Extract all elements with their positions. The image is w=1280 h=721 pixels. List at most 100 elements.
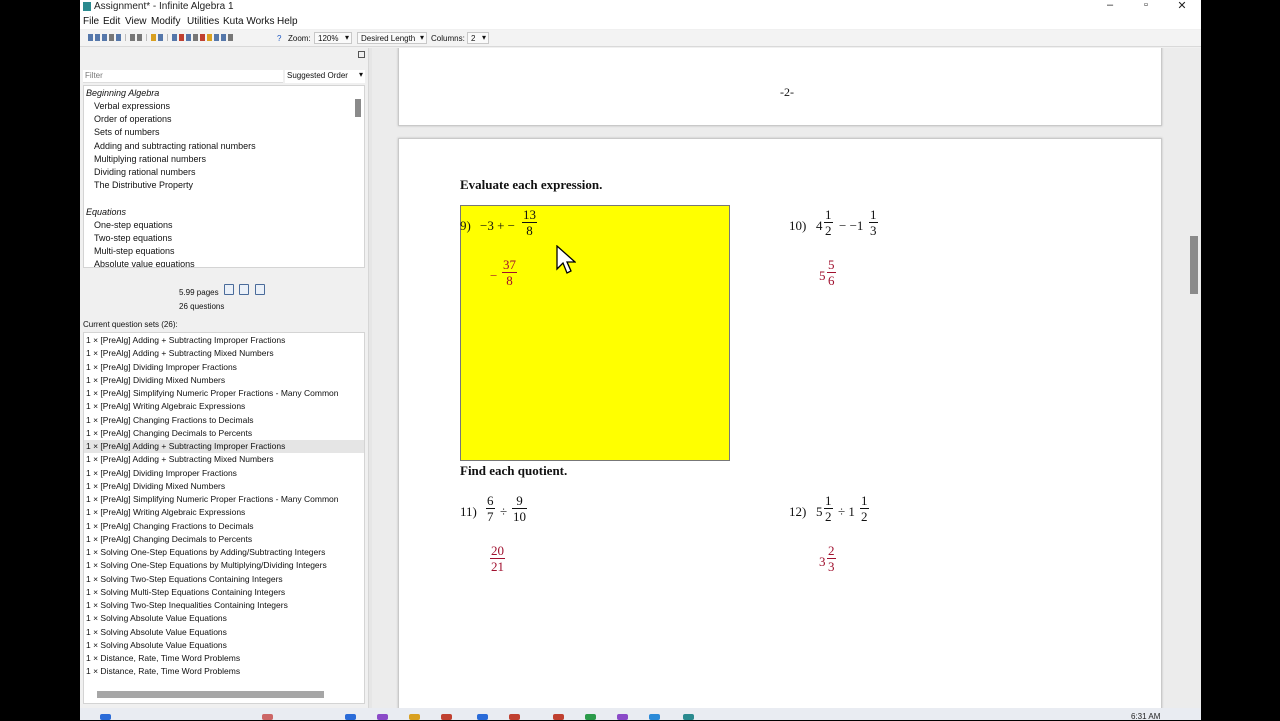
menu-utilities[interactable]: Utilities <box>187 16 219 27</box>
sort-icon[interactable] <box>207 34 212 41</box>
print-preview-icon[interactable] <box>116 34 121 41</box>
answer-fraction: 20 21 <box>490 543 505 574</box>
topic-scrollbar[interactable] <box>355 99 361 117</box>
question-set-row[interactable]: 1 × [PreAlg] Adding + Subtracting Improp… <box>84 440 364 453</box>
document-scrollbar[interactable] <box>1190 236 1198 294</box>
topic-item[interactable]: Multiplying rational numbers <box>94 154 206 164</box>
question-set-row[interactable]: 1 × [PreAlg] Changing Decimals to Percen… <box>84 427 364 440</box>
new-icon[interactable] <box>88 34 93 41</box>
question-set-row[interactable]: 1 × [PreAlg] Simplifying Numeric Proper … <box>84 493 364 506</box>
start-icon[interactable] <box>100 714 111 720</box>
topic-tree[interactable]: Beginning Algebra Verbal expressions Ord… <box>83 85 365 268</box>
question-set-row[interactable]: 1 × Solving One-Step Equations by Adding… <box>84 546 364 559</box>
view-icon[interactable] <box>172 34 177 41</box>
question-set-row[interactable]: 1 × [PreAlg] Dividing Improper Fractions <box>84 467 364 480</box>
question-set-row[interactable]: 1 × Solving Absolute Value Equations <box>84 612 364 625</box>
taskbar-app-icon[interactable] <box>262 714 273 720</box>
question-set-hscrollbar[interactable] <box>97 691 324 698</box>
taskbar-app-icon[interactable] <box>441 714 452 720</box>
topic-item[interactable]: The Distributive Property <box>94 180 193 190</box>
taskbar-app-icon[interactable] <box>477 714 488 720</box>
order-select[interactable]: Suggested Order ▾ <box>285 70 365 83</box>
dropdown-icon[interactable] <box>186 34 191 41</box>
maximize-button[interactable]: ▫ <box>1136 0 1156 11</box>
delete-icon[interactable] <box>179 34 184 41</box>
question-set-row[interactable]: 1 × [PreAlg] Adding + Subtracting Improp… <box>84 334 364 347</box>
menu-kuta-works[interactable]: Kuta Works <box>223 16 275 27</box>
question-set-row[interactable]: 1 × Solving Two-Step Inequalities Contai… <box>84 599 364 612</box>
numerator: 2 <box>828 543 835 558</box>
undo-icon[interactable] <box>130 34 135 41</box>
menu-file[interactable]: File <box>83 16 99 27</box>
refresh-icon[interactable] <box>214 34 219 41</box>
topic-item[interactable]: Dividing rational numbers <box>94 167 196 177</box>
question-set-row[interactable]: 1 × [PreAlg] Changing Fractions to Decim… <box>84 414 364 427</box>
taskbar-active-app-icon[interactable] <box>683 714 694 720</box>
taskbar-app-icon[interactable] <box>509 714 520 720</box>
document-icon[interactable] <box>255 284 265 295</box>
menu-view[interactable]: View <box>125 16 147 27</box>
taskbar-app-icon[interactable] <box>345 714 356 720</box>
edit-icon[interactable] <box>151 34 156 41</box>
shuffle-icon[interactable] <box>193 34 198 41</box>
taskbar-app-icon[interactable] <box>377 714 388 720</box>
close-button[interactable]: ✕ <box>1172 0 1192 12</box>
copy-pages-icon[interactable] <box>224 284 234 295</box>
question-set-row[interactable]: 1 × [PreAlg] Writing Algebraic Expressio… <box>84 400 364 413</box>
question-expression: −3 + − <box>480 218 515 233</box>
taskbar-app-icon[interactable] <box>585 714 596 720</box>
menu-edit[interactable]: Edit <box>103 16 120 27</box>
question-set-row[interactable]: 1 × [PreAlg] Dividing Improper Fractions <box>84 361 364 374</box>
taskbar-app-icon[interactable] <box>649 714 660 720</box>
duplicate-icon[interactable] <box>239 284 249 295</box>
question-set-row[interactable]: 1 × Solving Two-Step Equations Containin… <box>84 573 364 586</box>
topic-item[interactable]: Multi-step equations <box>94 246 175 256</box>
help-icon[interactable]: ? <box>277 34 281 43</box>
denominator: 8 <box>522 222 537 238</box>
question-set-row[interactable]: 1 × Solving Multi-Step Equations Contain… <box>84 586 364 599</box>
question-set-row[interactable]: 1 × Solving One-Step Equations by Multip… <box>84 559 364 572</box>
redo-icon[interactable] <box>137 34 142 41</box>
save-icon[interactable] <box>102 34 107 41</box>
taskbar-app-icon[interactable] <box>617 714 628 720</box>
topic-group-equations[interactable]: Equations <box>86 207 126 217</box>
question-set-row[interactable]: 1 × [PreAlg] Changing Decimals to Percen… <box>84 533 364 546</box>
question-set-row[interactable]: 1 × Solving Absolute Value Equations <box>84 626 364 639</box>
menu-modify[interactable]: Modify <box>151 16 180 27</box>
question-set-row[interactable]: 1 × [PreAlg] Adding + Subtracting Mixed … <box>84 453 364 466</box>
question-set-row[interactable]: 1 × Distance, Rate, Time Word Problems <box>84 652 364 665</box>
zoom-select[interactable]: 120% ▾ <box>314 32 352 44</box>
question-set-row[interactable]: 1 × Solving Absolute Value Equations <box>84 639 364 652</box>
topic-item[interactable]: Sets of numbers <box>94 127 160 137</box>
page-icon[interactable] <box>228 34 233 41</box>
topic-item[interactable]: Absolute value equations <box>94 259 195 267</box>
question-set-row[interactable]: 1 × [PreAlg] Adding + Subtracting Mixed … <box>84 347 364 360</box>
grid-icon[interactable] <box>221 34 226 41</box>
question-set-list[interactable]: 1 × Distance, Rate, Time Word Problems 1 … <box>83 332 365 704</box>
topic-item[interactable]: One-step equations <box>94 220 173 230</box>
question-set-row[interactable]: 1 × [PreAlg] Simplifying Numeric Proper … <box>84 387 364 400</box>
print-icon[interactable] <box>109 34 114 41</box>
question-set-row[interactable]: 1 × [PreAlg] Dividing Mixed Numbers <box>84 374 364 387</box>
copy-icon[interactable] <box>158 34 163 41</box>
menu-help[interactable]: Help <box>277 16 298 27</box>
question-set-row[interactable]: 1 × Distance, Rate, Time Word Problems <box>84 665 364 678</box>
topic-item[interactable]: Adding and subtracting rational numbers <box>94 141 256 151</box>
question-set-row[interactable]: 1 × [PreAlg] Dividing Mixed Numbers <box>84 480 364 493</box>
taskbar-app-icon[interactable] <box>409 714 420 720</box>
minimize-button[interactable]: – <box>1100 0 1120 11</box>
restore-pane-icon[interactable] <box>358 51 365 58</box>
topic-item[interactable]: Two-step equations <box>94 233 172 243</box>
length-select[interactable]: Desired Length ▾ <box>357 32 427 44</box>
open-icon[interactable] <box>95 34 100 41</box>
link-icon[interactable] <box>200 34 205 41</box>
topic-item[interactable]: Order of operations <box>94 114 172 124</box>
topic-item[interactable]: Verbal expressions <box>94 101 170 111</box>
question-set-row[interactable]: 1 × [PreAlg] Changing Fractions to Decim… <box>84 520 364 533</box>
taskbar-app-icon[interactable] <box>553 714 564 720</box>
topic-group-beginning-algebra[interactable]: Beginning Algebra <box>86 88 159 98</box>
columns-select[interactable]: 2 ▾ <box>467 32 489 44</box>
filter-input[interactable]: Filter <box>83 70 283 83</box>
question-set-row[interactable]: 1 × [PreAlg] Writing Algebraic Expressio… <box>84 506 364 519</box>
selected-question-highlight[interactable] <box>460 205 730 461</box>
